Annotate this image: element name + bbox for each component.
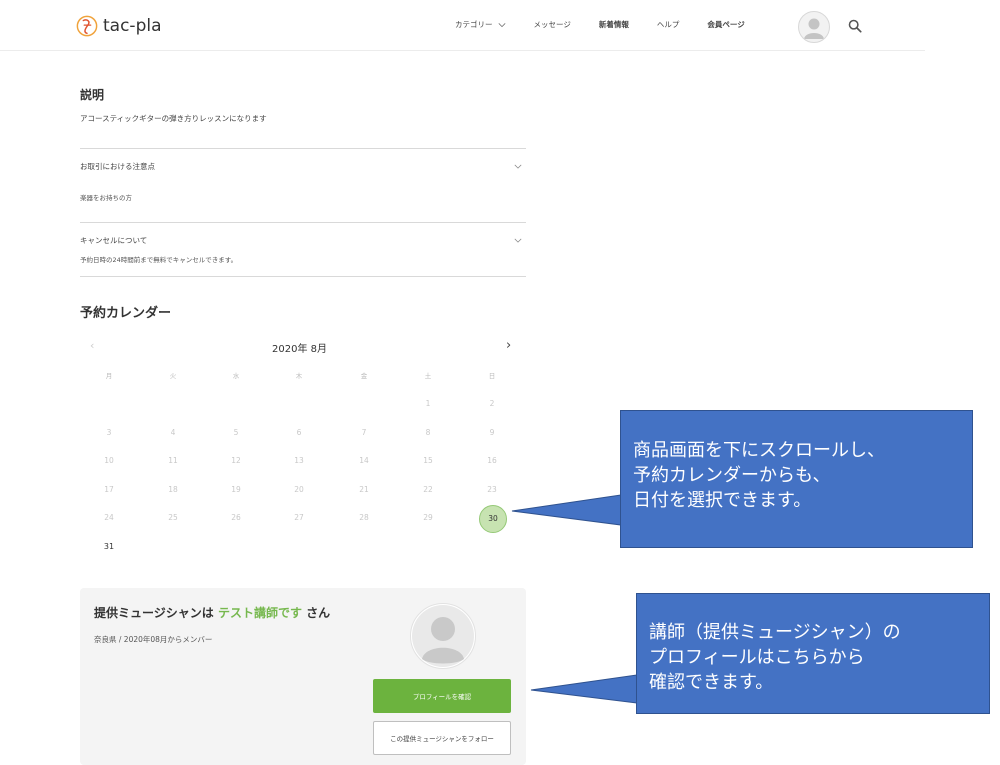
callout-line: 講師（提供ミュージシャン）の bbox=[649, 622, 901, 643]
accordion-title: お取引における注意点 bbox=[80, 162, 155, 171]
logo[interactable]: tac-pla bbox=[76, 12, 162, 40]
user-icon bbox=[412, 605, 474, 667]
main-nav: カテゴリー メッセージ 新着情報 ヘルプ 会員ページ bbox=[455, 19, 773, 30]
search-icon[interactable] bbox=[848, 19, 862, 33]
nav-label: ヘルプ bbox=[656, 20, 680, 29]
nav-item-category[interactable]: カテゴリー bbox=[455, 19, 506, 30]
user-avatar-button[interactable] bbox=[798, 11, 830, 43]
callout-profile-tip: 講師（提供ミュージシャン）の プロフィールはこちらから 確認できます。 bbox=[636, 593, 990, 714]
musician-title-prefix: 提供ミュージシャンは bbox=[94, 606, 214, 620]
calendar-day: 18 bbox=[168, 484, 178, 494]
calendar-day: 4 bbox=[170, 427, 176, 437]
calendar-day: 16 bbox=[487, 456, 497, 465]
calendar-day[interactable]: 31 bbox=[96, 533, 122, 559]
calendar-day: 8 bbox=[425, 427, 431, 437]
chevron-down-icon bbox=[514, 164, 522, 169]
calendar-day: 24 bbox=[104, 513, 114, 522]
description-text: アコースティックギターの弾き方りレッスンになります bbox=[80, 114, 267, 123]
calendar-day: 9 bbox=[489, 427, 495, 437]
calendar-day: 10 bbox=[104, 456, 114, 465]
calendar-day: 12 bbox=[231, 456, 241, 465]
divider bbox=[80, 276, 526, 277]
accordion-header[interactable]: キャンセルについて bbox=[80, 235, 526, 246]
musician-name[interactable]: テスト講師です bbox=[218, 606, 302, 620]
accordion-header[interactable]: お取引における注意点 bbox=[80, 161, 526, 172]
calendar-day: 26 bbox=[231, 513, 241, 522]
nav-item-help[interactable]: ヘルプ bbox=[657, 19, 680, 30]
weekday-label: 月 bbox=[105, 372, 113, 380]
logo-text: tac-pla bbox=[103, 16, 162, 36]
calendar-day: 29 bbox=[423, 513, 433, 522]
description-title: 説明 bbox=[80, 88, 105, 102]
calendar-day: 7 bbox=[361, 427, 367, 437]
callout-calendar-tip: 商品画面を下にスクロールし、 予約カレンダーからも、 日付を選択できます。 bbox=[620, 410, 973, 548]
callout-line: 日付を選択できます。 bbox=[633, 490, 812, 511]
callout-line: プロフィールはこちらから bbox=[649, 647, 865, 668]
calendar-day: 23 bbox=[487, 484, 497, 494]
nav-item-news[interactable]: 新着情報 bbox=[599, 19, 629, 30]
calendar-day: 21 bbox=[359, 484, 369, 494]
calendar-month-label: 2020年 8月 bbox=[272, 344, 327, 355]
chevron-down-icon bbox=[514, 238, 522, 243]
logo-icon bbox=[76, 15, 98, 37]
accordion-body: 予約日時の24時間前まで無料でキャンセルできます。 bbox=[80, 256, 238, 264]
calendar-day-selected[interactable]: 30 bbox=[479, 504, 507, 533]
calendar-day: 5 bbox=[233, 427, 239, 437]
prev-month-button[interactable]: ‹ bbox=[90, 339, 94, 352]
callout-pointer bbox=[530, 674, 638, 704]
nav-label: カテゴリー bbox=[455, 20, 493, 29]
musician-title: 提供ミュージシャンは テスト講師です さん bbox=[94, 604, 330, 621]
musician-title-suffix: さん bbox=[306, 606, 331, 620]
callout-line: 商品画面を下にスクロールし、 bbox=[633, 440, 885, 461]
weekday-label: 土 bbox=[424, 372, 432, 380]
next-month-button[interactable]: › bbox=[506, 338, 511, 353]
accordion-title: キャンセルについて bbox=[80, 236, 148, 245]
musician-card: 提供ミュージシャンは テスト講師です さん 奈良県 / 2020年08月からメン… bbox=[80, 588, 526, 765]
calendar-day: 2 bbox=[489, 399, 495, 408]
avatar bbox=[410, 603, 476, 669]
accordion-cancel: キャンセルについて 予約日時の24時間前まで無料でキャンセルできます。 bbox=[80, 222, 526, 277]
calendar-day: 14 bbox=[359, 456, 369, 465]
follow-musician-button[interactable]: この提供ミュージシャンをフォロー bbox=[373, 721, 511, 755]
calendar-day: 25 bbox=[168, 513, 178, 522]
calendar-day: 19 bbox=[231, 484, 241, 494]
calendar-day: 20 bbox=[294, 484, 304, 494]
weekday-label: 水 bbox=[232, 372, 240, 380]
nav-label: 新着情報 bbox=[598, 20, 629, 29]
calendar-day: 11 bbox=[168, 456, 178, 465]
calendar-day: 6 bbox=[296, 427, 302, 437]
calendar-title: 予約カレンダー bbox=[80, 306, 172, 321]
calendar-day: 3 bbox=[106, 427, 112, 437]
calendar-day: 15 bbox=[423, 456, 433, 465]
site-header: tac-pla カテゴリー メッセージ 新着情報 ヘルプ 会員ページ bbox=[0, 0, 925, 51]
callout-line: 確認できます。 bbox=[649, 672, 774, 693]
nav-item-member-page[interactable]: 会員ページ bbox=[707, 19, 744, 30]
nav-label: 会員ページ bbox=[707, 20, 745, 29]
weekday-label: 金 bbox=[360, 372, 368, 380]
weekday-label: 木 bbox=[295, 372, 303, 380]
user-icon bbox=[804, 18, 824, 39]
weekday-label: 日 bbox=[488, 372, 496, 380]
nav-item-messages[interactable]: メッセージ bbox=[534, 19, 571, 30]
accordion-body: 楽器をお持ちの方 bbox=[80, 194, 132, 202]
view-profile-button[interactable]: プロフィールを確認 bbox=[373, 679, 511, 713]
calendar-day: 27 bbox=[294, 513, 304, 522]
musician-subtitle: 奈良県 / 2020年08月からメンバー bbox=[94, 635, 213, 644]
callout-pointer bbox=[511, 494, 622, 526]
calendar-day: 13 bbox=[294, 456, 304, 465]
callout-line: 予約カレンダーからも、 bbox=[633, 465, 831, 486]
calendar-day: 28 bbox=[359, 513, 369, 522]
calendar-day: 1 bbox=[425, 399, 431, 408]
chevron-down-icon bbox=[498, 22, 505, 27]
weekday-label: 火 bbox=[169, 372, 177, 380]
calendar-day: 17 bbox=[104, 484, 114, 494]
calendar-day: 22 bbox=[423, 484, 433, 494]
accordion-notes: お取引における注意点 楽器をお持ちの方 bbox=[80, 148, 526, 223]
nav-label: メッセージ bbox=[533, 20, 571, 29]
